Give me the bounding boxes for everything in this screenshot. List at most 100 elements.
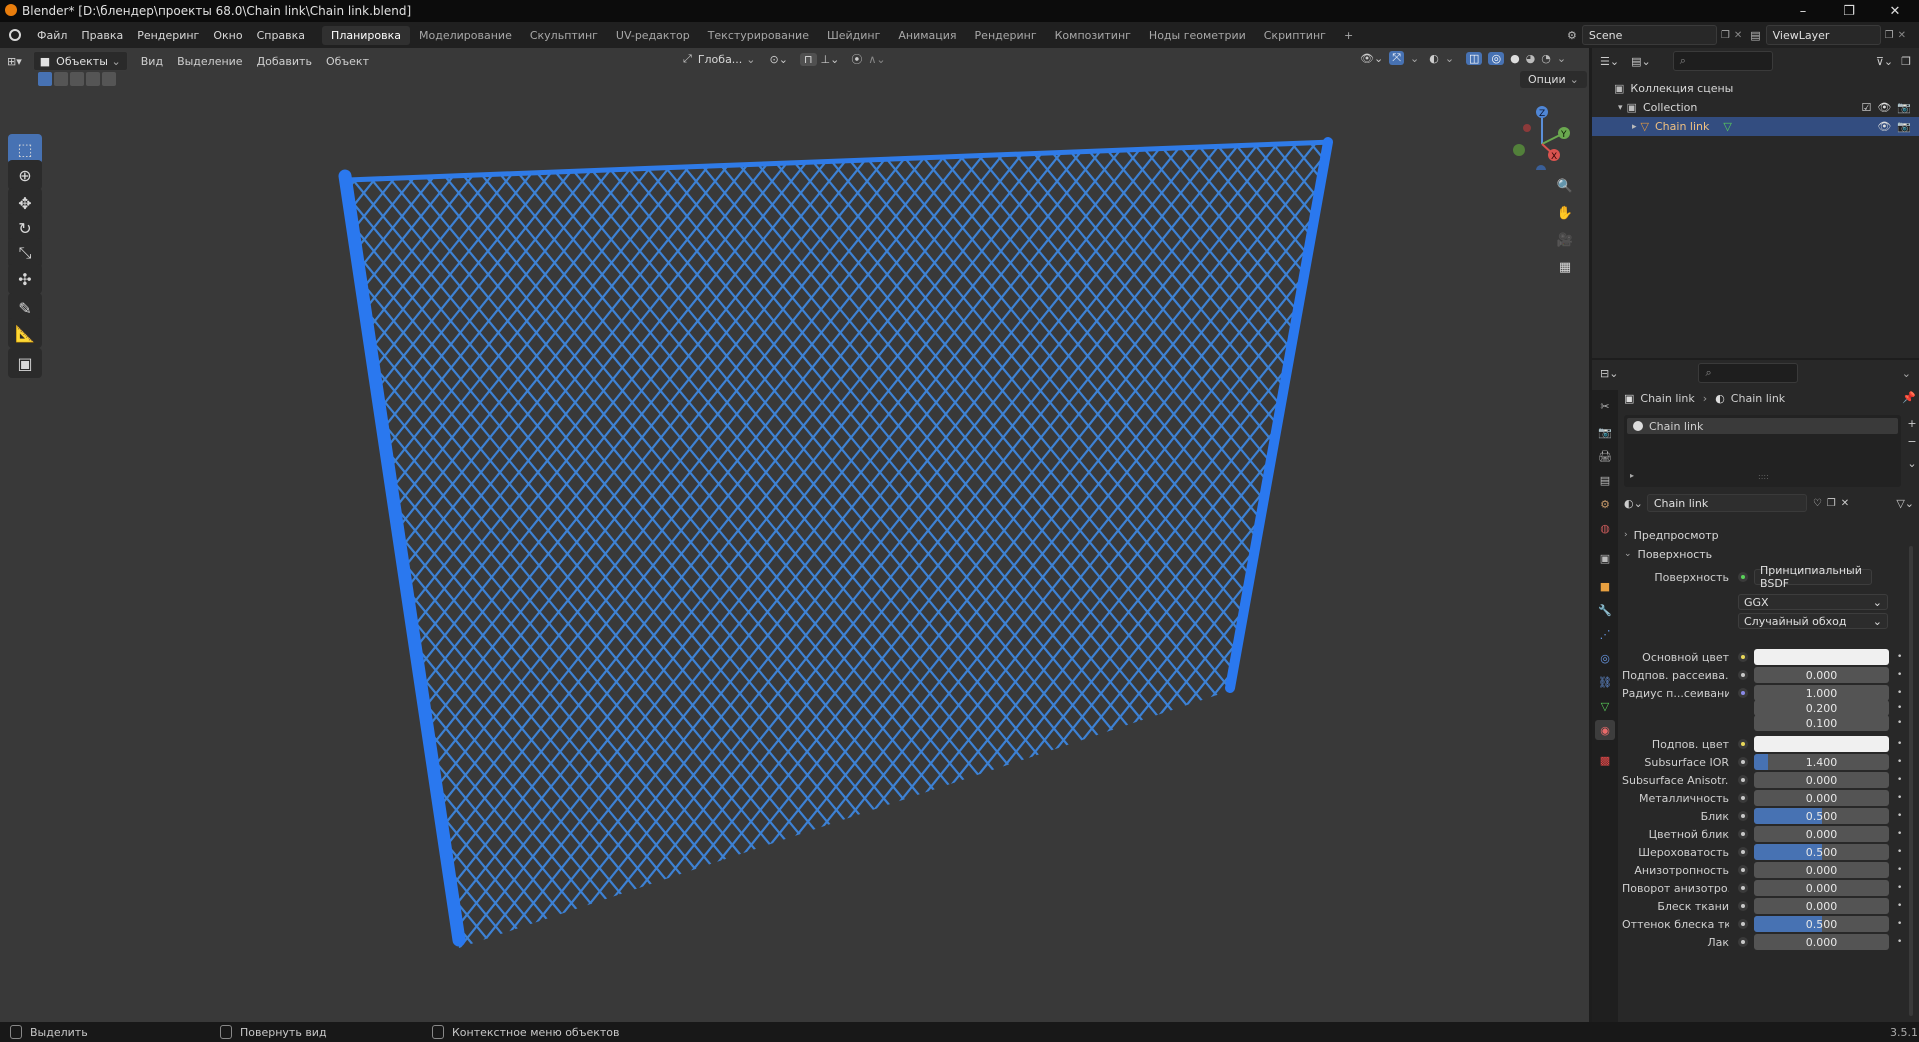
value-slider[interactable]: 0.000: [1754, 772, 1889, 788]
socket-icon[interactable]: [1738, 739, 1748, 749]
expand-icon[interactable]: ▾: [1618, 103, 1623, 113]
outliner-scene-collection[interactable]: ▣ Коллекция сцены: [1592, 79, 1919, 98]
new-collection-icon[interactable]: ❐: [1901, 55, 1911, 68]
keyframe-icon[interactable]: •: [1897, 670, 1905, 680]
object-tab-icon[interactable]: ■: [1595, 576, 1615, 596]
add-slot-icon[interactable]: +: [1906, 415, 1918, 433]
preview-panel-header[interactable]: › Предпросмотр: [1624, 526, 1914, 544]
minimize-button[interactable]: –: [1780, 0, 1826, 22]
outliner-collection[interactable]: ▾ ▣ Collection ☑ 👁 📷: [1592, 98, 1919, 117]
workspace-tab[interactable]: Ноды геометрии: [1140, 26, 1255, 45]
workspace-tab[interactable]: Шейдинг: [818, 26, 889, 45]
visibility-eye-icon[interactable]: 👁: [1877, 101, 1891, 114]
keyframe-icon[interactable]: •: [1897, 688, 1905, 698]
socket-icon[interactable]: [1738, 901, 1748, 911]
pin-icon[interactable]: 📌: [1902, 391, 1916, 404]
surface-panel-header[interactable]: ⌄ Поверхность: [1624, 545, 1914, 563]
socket-icon[interactable]: [1738, 670, 1748, 680]
value-slider[interactable]: 0.500: [1754, 808, 1889, 824]
socket-icon[interactable]: [1738, 652, 1748, 662]
gizmo-neg-z-axis[interactable]: [1536, 165, 1546, 170]
perspective-toggle-button[interactable]: ▦: [1553, 255, 1577, 279]
value-slider[interactable]: 0.500: [1754, 844, 1889, 860]
editor-type-icon[interactable]: ⊟⌄: [1600, 367, 1618, 380]
value-slider[interactable]: 0.500: [1754, 916, 1889, 932]
remove-slot-icon[interactable]: −: [1906, 433, 1918, 451]
keyframe-icon[interactable]: •: [1897, 865, 1905, 875]
scene-tab-icon[interactable]: ⚙: [1595, 494, 1615, 514]
add-workspace-button[interactable]: +: [1335, 26, 1362, 45]
view-layer-tab-icon[interactable]: ▤: [1595, 470, 1615, 490]
restore-button[interactable]: ❐: [1826, 0, 1872, 22]
workspace-tab[interactable]: Текстурирование: [699, 26, 818, 45]
scene-icon[interactable]: ⚙: [1567, 29, 1577, 42]
chevron-down-icon[interactable]: ⌄: [1906, 455, 1918, 473]
socket-icon[interactable]: [1738, 919, 1748, 929]
particles-tab-icon[interactable]: ⋰: [1595, 624, 1615, 644]
close-button[interactable]: ✕: [1872, 0, 1918, 22]
keyframe-icon[interactable]: •: [1897, 919, 1905, 929]
scrollbar-thumb[interactable]: [1909, 546, 1913, 1016]
visibility-eye-icon[interactable]: 👁: [1877, 120, 1891, 133]
color-swatch[interactable]: [1754, 736, 1889, 752]
material-tab-icon[interactable]: ◉: [1595, 720, 1615, 740]
material-slot-item[interactable]: Chain link: [1627, 418, 1898, 434]
data-tab-icon[interactable]: ▽: [1595, 696, 1615, 716]
keyframe-icon[interactable]: •: [1897, 703, 1905, 713]
view-layer-icon[interactable]: ▤: [1750, 29, 1760, 42]
workspace-tab[interactable]: Анимация: [889, 26, 965, 45]
socket-icon[interactable]: [1738, 847, 1748, 857]
tool-tab-icon[interactable]: ✂: [1595, 396, 1615, 416]
render-camera-icon[interactable]: 📷: [1897, 120, 1911, 133]
gizmo-neg-x-axis[interactable]: [1523, 124, 1531, 132]
link-to-object-icon[interactable]: ▽⌄: [1896, 497, 1914, 510]
unlink-icon[interactable]: ✕: [1841, 498, 1849, 509]
keyframe-icon[interactable]: •: [1897, 775, 1905, 785]
new-view-layer-icon[interactable]: ❐: [1885, 30, 1894, 41]
collection-tab-icon[interactable]: ▣: [1595, 548, 1615, 568]
workspace-tab[interactable]: Скриптинг: [1255, 26, 1335, 45]
value-slider[interactable]: 0.100: [1754, 715, 1889, 731]
keyframe-icon[interactable]: •: [1897, 901, 1905, 911]
value-slider[interactable]: 0.000: [1754, 790, 1889, 806]
filter-icon[interactable]: ⊽⌄: [1876, 55, 1893, 68]
value-slider[interactable]: 0.000: [1754, 826, 1889, 842]
outliner-object-chain-link[interactable]: ▸ ▽ Chain link ▽ 👁 📷: [1592, 117, 1919, 136]
workspace-tab[interactable]: Планировка: [322, 25, 411, 45]
menu-item[interactable]: Рендеринг: [130, 29, 206, 42]
chevron-down-icon[interactable]: ⌄: [1902, 367, 1911, 380]
3d-viewport[interactable]: ⊞▾ ■ Объекты ⌄ Вид Выделение Добавить Объек…: [0, 48, 1589, 1022]
socket-icon[interactable]: [1738, 811, 1748, 821]
keyframe-icon[interactable]: •: [1897, 718, 1905, 728]
workspace-tab[interactable]: Рендеринг: [966, 26, 1046, 45]
socket-icon[interactable]: [1738, 883, 1748, 893]
menu-item[interactable]: Окно: [206, 29, 249, 42]
menu-item[interactable]: Справка: [250, 29, 312, 42]
texture-tab-icon[interactable]: ▩: [1595, 750, 1615, 770]
duplicate-icon[interactable]: ❐: [1827, 498, 1836, 509]
keyframe-icon[interactable]: •: [1897, 739, 1905, 749]
resize-handle-icon[interactable]: ::::: [1758, 472, 1769, 481]
expand-icon[interactable]: ▸: [1632, 122, 1637, 132]
exclude-checkbox-icon[interactable]: ☑: [1861, 101, 1871, 114]
workspace-tab[interactable]: Скульптинг: [521, 26, 607, 45]
new-scene-icon[interactable]: ❐: [1721, 30, 1730, 41]
render-camera-icon[interactable]: 📷: [1897, 101, 1911, 114]
menu-item[interactable]: Правка: [74, 29, 130, 42]
camera-view-button[interactable]: 🎥: [1553, 228, 1577, 252]
socket-icon[interactable]: [1738, 757, 1748, 767]
delete-scene-icon[interactable]: ✕: [1734, 30, 1742, 41]
socket-icon[interactable]: [1738, 688, 1748, 698]
properties-search-input[interactable]: ⌕: [1698, 363, 1799, 383]
workspace-tab[interactable]: Моделирование: [410, 26, 521, 45]
outliner-search-input[interactable]: ⌕: [1672, 51, 1773, 71]
surface-shader-selector[interactable]: Принципиальный BSDF: [1754, 564, 1872, 590]
keyframe-icon[interactable]: •: [1897, 793, 1905, 803]
socket-icon[interactable]: [1738, 937, 1748, 947]
properties-scrollbar[interactable]: [1909, 546, 1915, 1016]
scene-selector[interactable]: Scene: [1581, 25, 1717, 45]
keyframe-icon[interactable]: •: [1897, 652, 1905, 662]
output-tab-icon[interactable]: 🖨: [1595, 446, 1615, 466]
chain-link-fence-model[interactable]: [0, 48, 1589, 1022]
pan-view-button[interactable]: ✋: [1553, 201, 1577, 225]
